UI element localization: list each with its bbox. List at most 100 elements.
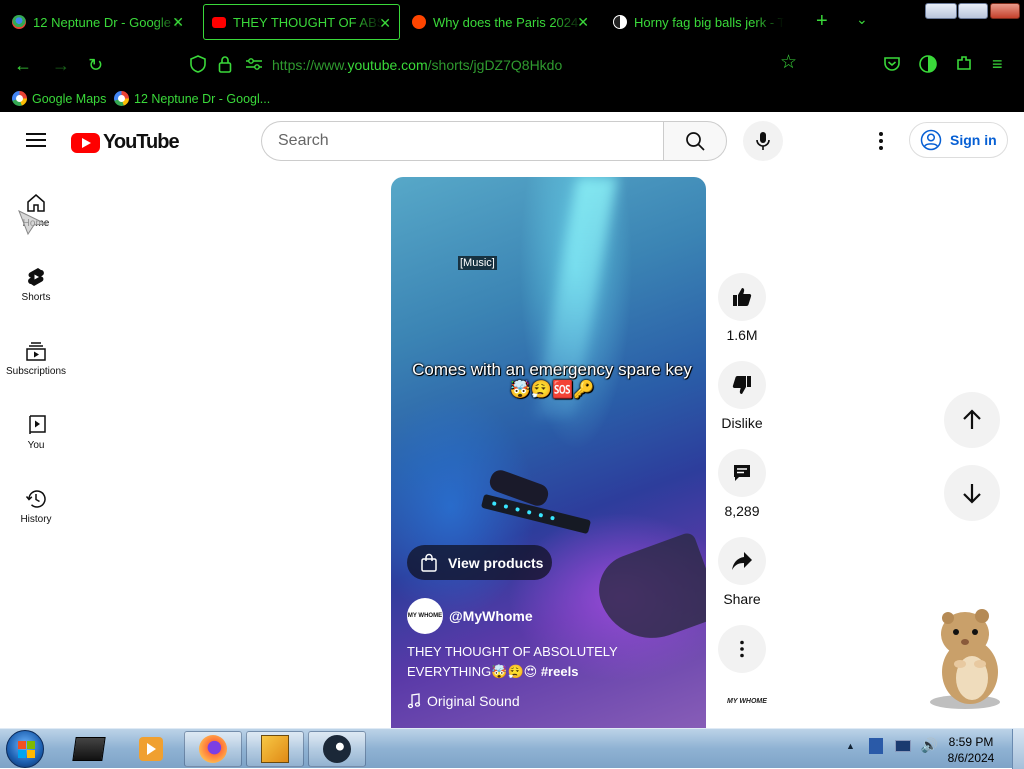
firefox-icon bbox=[199, 735, 227, 763]
editor-icon bbox=[261, 735, 289, 763]
youtube-logo[interactable]: YouTube bbox=[71, 131, 180, 154]
short-title[interactable]: THEY THOUGHT OF ABSOLUTELY EVERYTHING🤯😮‍… bbox=[407, 642, 687, 682]
permissions-icon[interactable] bbox=[245, 57, 263, 71]
voice-search-button[interactable] bbox=[743, 121, 783, 161]
minimize-button[interactable] bbox=[925, 3, 957, 19]
comments-button[interactable] bbox=[718, 449, 766, 497]
search-input[interactable] bbox=[278, 131, 638, 151]
shield-icon[interactable] bbox=[190, 55, 206, 73]
dark-reader-icon[interactable] bbox=[918, 54, 938, 74]
show-desktop-button[interactable] bbox=[1012, 729, 1024, 769]
arrow-up-icon bbox=[963, 409, 981, 429]
pocket-icon[interactable] bbox=[883, 55, 901, 73]
share-button[interactable] bbox=[718, 537, 766, 585]
lock-icon[interactable] bbox=[218, 55, 232, 73]
reddit-icon bbox=[412, 15, 426, 29]
shorts-video-player[interactable]: [Music] Comes with an emergency spare ke… bbox=[391, 177, 706, 728]
view-products-button[interactable]: View products bbox=[407, 545, 552, 580]
taskbar-app-editor[interactable] bbox=[246, 731, 304, 767]
bookmark-neptune-dr[interactable]: 12 Neptune Dr - Googl... bbox=[114, 91, 270, 106]
sidebar-item-subscriptions[interactable]: Subscriptions bbox=[0, 316, 72, 390]
clock-time: 8:59 PM bbox=[948, 735, 994, 749]
microphone-icon bbox=[756, 132, 770, 150]
tray-expand-icon[interactable]: ▲ bbox=[846, 741, 855, 751]
tab-list-chevron-icon[interactable]: ⌄ bbox=[856, 11, 868, 28]
shopping-bag-icon bbox=[421, 553, 437, 572]
tab-youtube-short[interactable]: THEY THOUGHT OF ABSOLUTELY EVERYTHING ✕ bbox=[203, 4, 400, 40]
taskbar-app-steam[interactable] bbox=[308, 731, 366, 767]
sidebar-item-shorts[interactable]: Shorts bbox=[0, 242, 72, 316]
next-short-button[interactable] bbox=[944, 465, 1000, 521]
restore-button[interactable] bbox=[958, 3, 988, 19]
sign-in-button[interactable]: Sign in bbox=[909, 122, 1008, 158]
tab-tumblr[interactable]: Horny fag big balls jerk - Tumblr bbox=[613, 4, 803, 40]
close-window-button[interactable] bbox=[990, 3, 1020, 19]
shorts-icon bbox=[28, 268, 44, 286]
more-options-button[interactable] bbox=[718, 625, 766, 673]
extensions-icon[interactable] bbox=[955, 54, 973, 72]
taskbar-app-media[interactable] bbox=[60, 731, 118, 767]
short-title-text: THEY THOUGHT OF ABSOLUTELY EVERYTHING🤯😮‍… bbox=[407, 644, 618, 679]
channel-name[interactable]: @MyWhome bbox=[449, 608, 533, 624]
share-action: Share bbox=[718, 537, 766, 607]
network-icon[interactable] bbox=[868, 737, 883, 754]
start-button[interactable] bbox=[6, 730, 44, 768]
hamburger-menu-icon[interactable] bbox=[26, 133, 46, 147]
back-arrow-icon[interactable]: ← bbox=[14, 56, 32, 74]
comment-count: 8,289 bbox=[724, 503, 760, 519]
tab-reddit[interactable]: Why does the Paris 2024 Olympics ✕ bbox=[412, 4, 597, 40]
search-box[interactable] bbox=[261, 121, 664, 161]
masthead: YouTube Sign in bbox=[0, 112, 1024, 168]
more-action bbox=[718, 625, 766, 673]
youtube-icon bbox=[212, 16, 226, 28]
caption-text: Comes with an emergency spare key🤯😮‍💨🆘🔑 bbox=[412, 360, 692, 399]
forward-arrow-icon[interactable]: → bbox=[52, 56, 70, 74]
channel-avatar[interactable]: MY WHOME bbox=[407, 598, 443, 634]
bookmark-google-maps[interactable]: Google Maps bbox=[12, 91, 106, 106]
search-icon bbox=[686, 132, 705, 151]
sidebar-item-label: Shorts bbox=[21, 292, 51, 303]
settings-kebab-icon[interactable] bbox=[872, 130, 890, 152]
music-note-icon bbox=[407, 693, 421, 709]
browser-nav-bar: ← → ↻ https://www.youtube.com/shorts/jgD… bbox=[0, 44, 1024, 86]
tab-close-icon[interactable]: ✕ bbox=[379, 15, 391, 32]
taskbar-app-player[interactable] bbox=[122, 731, 180, 767]
taskbar-app-firefox[interactable] bbox=[184, 731, 242, 767]
sound-link[interactable]: Original Sound bbox=[407, 693, 520, 709]
tab-label: THEY THOUGHT OF ABSOLUTELY EVERYTHING bbox=[233, 14, 383, 30]
dislike-label: Dislike bbox=[721, 415, 763, 431]
display-icon[interactable] bbox=[894, 739, 911, 752]
sign-in-label: Sign in bbox=[950, 132, 997, 148]
search-button[interactable] bbox=[663, 121, 727, 161]
menu-icon[interactable]: ≡ bbox=[992, 55, 1003, 73]
map-pin-icon bbox=[12, 15, 26, 29]
sidebar-item-you[interactable]: You bbox=[0, 390, 72, 464]
address-bar[interactable]: https://www.youtube.com/shorts/jgDZ7Q8Hk… bbox=[272, 57, 562, 73]
sidebar-item-history[interactable]: History bbox=[0, 464, 72, 538]
google-icon bbox=[12, 91, 27, 106]
bookmark-star-icon[interactable]: ☆ bbox=[780, 53, 797, 72]
tab-close-icon[interactable]: ✕ bbox=[577, 14, 589, 31]
reload-icon[interactable]: ↻ bbox=[88, 56, 103, 74]
dislike-action: Dislike bbox=[718, 361, 766, 431]
hashtag-link[interactable]: #reels bbox=[541, 664, 579, 679]
site-icon bbox=[613, 15, 627, 29]
sound-label: Original Sound bbox=[427, 693, 520, 709]
thumbs-down-icon bbox=[732, 376, 751, 394]
youtube-play-icon bbox=[71, 132, 100, 153]
black-box-icon bbox=[72, 737, 106, 761]
new-tab-icon[interactable]: + bbox=[816, 10, 828, 33]
hamster-sticker bbox=[930, 609, 1000, 709]
channel-link[interactable]: MY WHOME @MyWhome bbox=[407, 598, 533, 634]
caption-music: [Music] bbox=[458, 256, 497, 270]
sound-channel-thumbnail[interactable]: MY WHOME bbox=[727, 698, 767, 705]
you-icon bbox=[29, 415, 46, 434]
tab-google-maps[interactable]: 12 Neptune Dr - Google Maps ✕ bbox=[12, 4, 192, 40]
clock[interactable]: 8:59 PM 8/6/2024 bbox=[936, 734, 1006, 766]
previous-short-button[interactable] bbox=[944, 392, 1000, 448]
sound-thumbnail-text: MY WHOME bbox=[727, 698, 767, 705]
dislike-button[interactable] bbox=[718, 361, 766, 409]
video-frame-hand bbox=[588, 530, 706, 654]
tab-close-icon[interactable]: ✕ bbox=[172, 14, 184, 31]
like-button[interactable] bbox=[718, 273, 766, 321]
